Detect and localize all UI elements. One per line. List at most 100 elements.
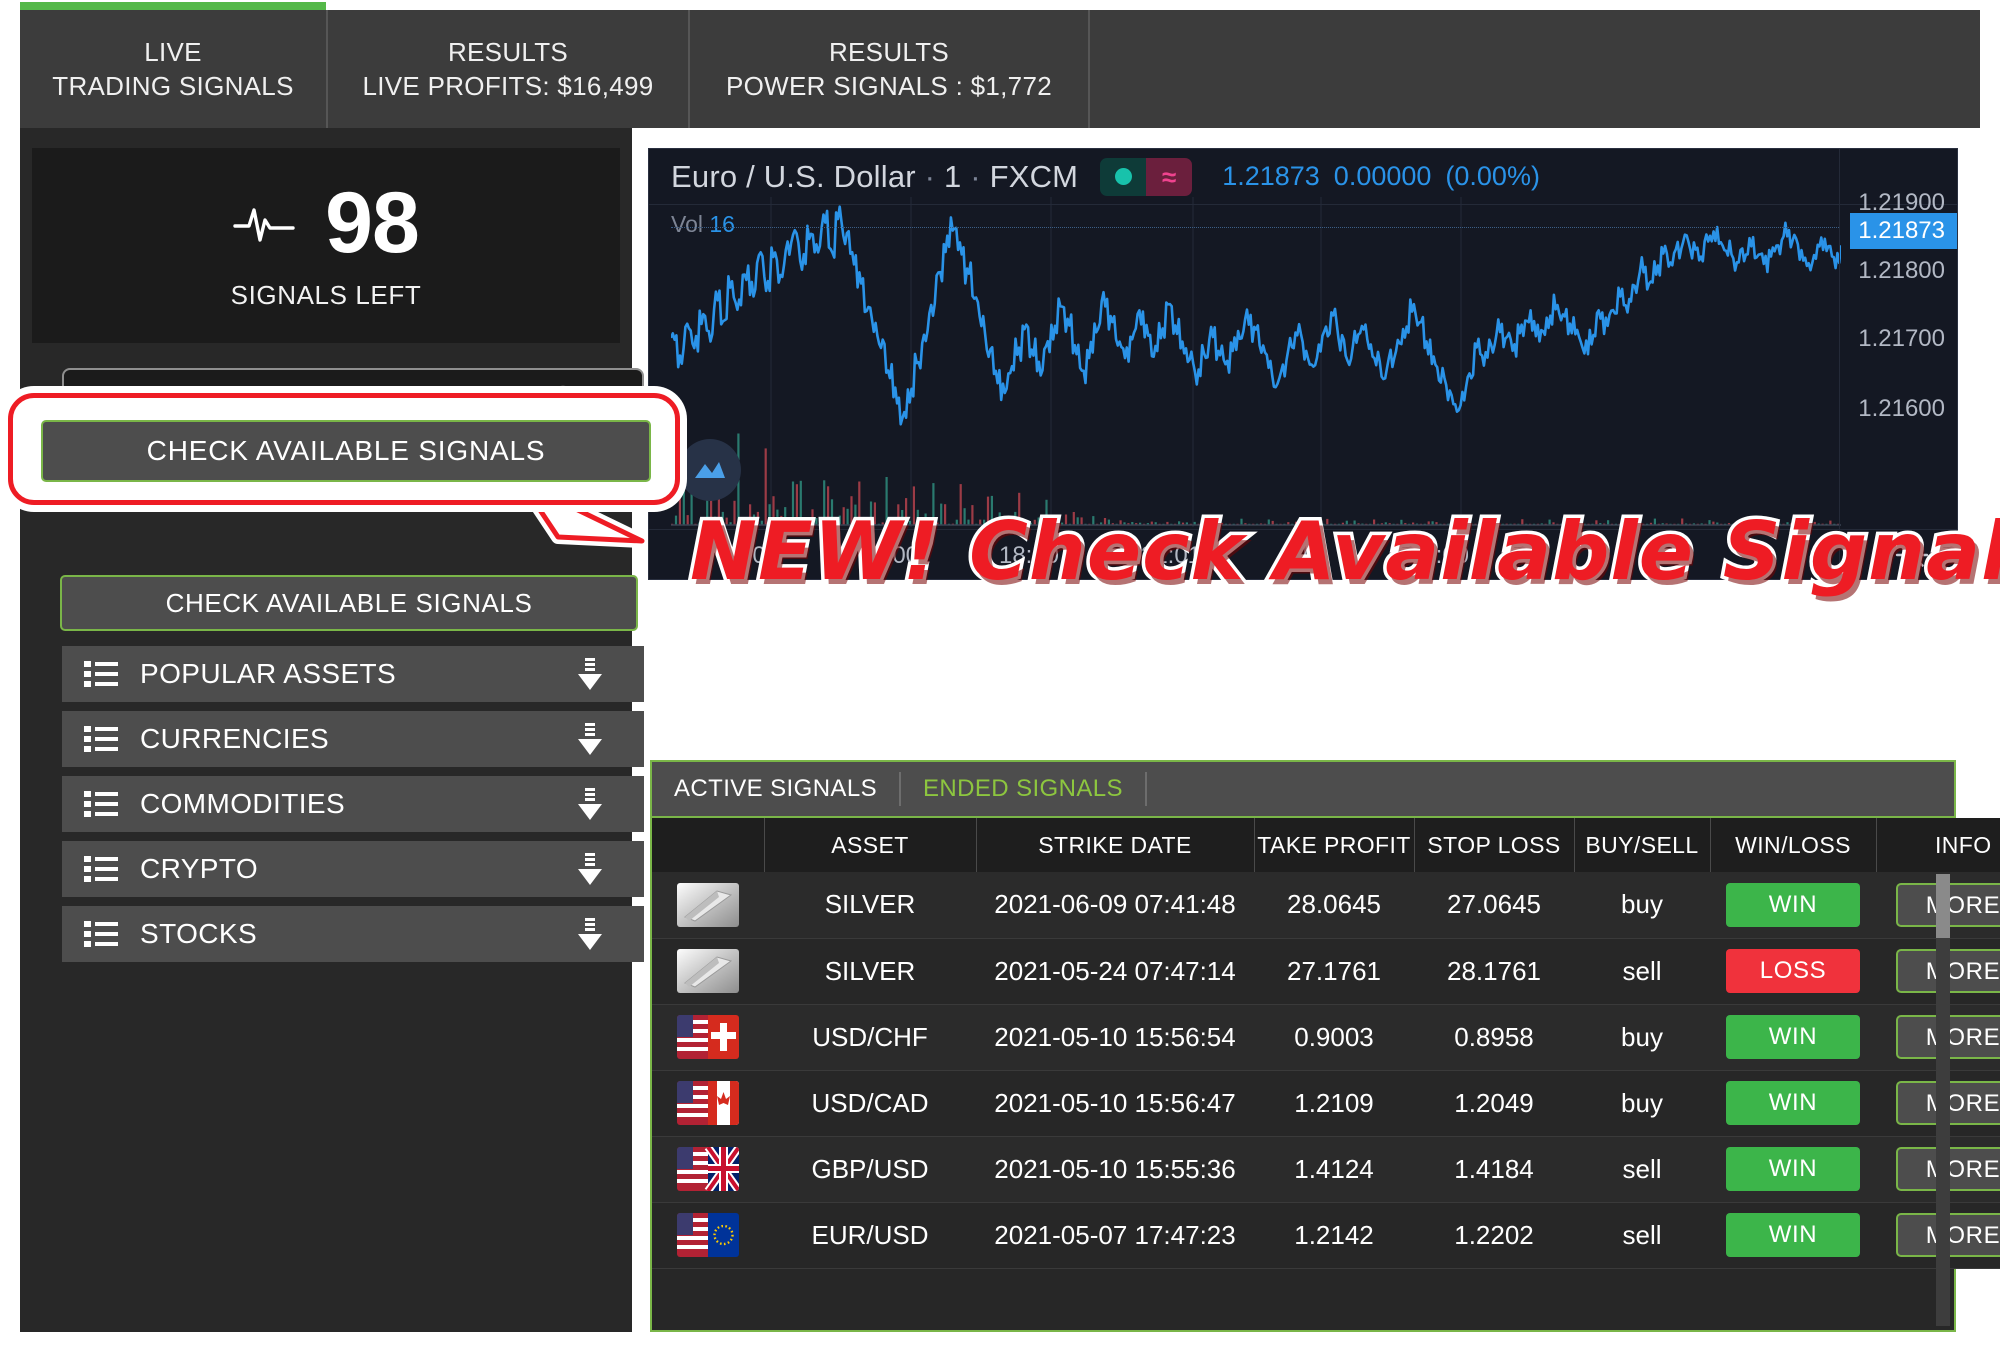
callout-check-available-signals-button[interactable]: CHECK AVAILABLE SIGNALS bbox=[41, 420, 651, 482]
strike-date-cell: 2021-05-24 07:47:14 bbox=[976, 938, 1254, 1005]
promo-banner: NEW! Check Available Signals bbox=[686, 501, 2000, 601]
sidebar-item-popular-assets[interactable]: POPULAR ASSETS bbox=[62, 646, 644, 702]
tab-live-trading-signals[interactable]: LIVE TRADING SIGNALS bbox=[20, 2, 328, 128]
table-row[interactable]: GBP/USD 2021-05-10 15:55:36 1.4124 1.4184 se… bbox=[652, 1136, 2000, 1203]
signals-left-count: 98 bbox=[325, 175, 420, 271]
signals-left-label: SIGNALS LEFT bbox=[230, 280, 422, 310]
status-badge: WIN bbox=[1726, 1147, 1860, 1191]
result-cell: WIN bbox=[1710, 872, 1876, 939]
buy-sell-cell: buy bbox=[1574, 872, 1710, 939]
stop-loss-cell: 1.2049 bbox=[1414, 1070, 1574, 1137]
sidebar-item-commodities[interactable]: COMMODITIES bbox=[62, 776, 644, 832]
status-badge: LOSS bbox=[1726, 949, 1860, 993]
price-tick: 1.21800 bbox=[1858, 257, 1945, 284]
take-profit-cell: 27.1761 bbox=[1254, 938, 1414, 1005]
status-badge: WIN bbox=[1726, 1213, 1860, 1257]
strike-date-cell: 2021-05-10 15:56:54 bbox=[976, 1004, 1254, 1071]
promo-banner-text: NEW! Check Available Signals bbox=[686, 501, 2000, 601]
price-tick: 1.21700 bbox=[1858, 325, 1945, 352]
check-available-signals-button[interactable]: CHECK AVAILABLE SIGNALS bbox=[60, 575, 638, 631]
buy-sell-cell: sell bbox=[1574, 1202, 1710, 1269]
table-row[interactable]: SILVER 2021-05-24 07:47:14 27.1761 28.1761 s… bbox=[652, 938, 2000, 1005]
list-icon bbox=[84, 726, 118, 752]
down-arrow-icon[interactable] bbox=[574, 723, 606, 757]
stop-loss-cell: 1.4184 bbox=[1414, 1136, 1574, 1203]
take-profit-cell: 0.9003 bbox=[1254, 1004, 1414, 1071]
current-price-tag: 1.21873 bbox=[1850, 213, 1957, 249]
signals-tab-bar: ACTIVE SIGNALS ENDED SIGNALS bbox=[652, 762, 1954, 818]
signals-scrollbar-thumb[interactable] bbox=[1936, 874, 1950, 938]
result-cell: LOSS bbox=[1710, 938, 1876, 1005]
signals-table-body: SILVER 2021-06-09 07:41:48 28.0645 27.0645 b… bbox=[652, 872, 2000, 1269]
result-cell: WIN bbox=[1710, 1070, 1876, 1137]
down-arrow-icon[interactable] bbox=[574, 788, 606, 822]
table-row[interactable]: EUR/USD 2021-05-07 17:47:23 1.2142 1.2202 se… bbox=[652, 1202, 2000, 1269]
signals-scrollbar-track[interactable] bbox=[1936, 874, 1950, 1326]
signals-table: ASSET STRIKE DATE TAKE PROFIT STOP LOSS … bbox=[652, 818, 2000, 1269]
pulse-icon bbox=[233, 208, 295, 242]
price-tick: 1.21600 bbox=[1858, 395, 1945, 422]
eur-usd-flag-icon bbox=[677, 1213, 739, 1257]
take-profit-cell: 1.4124 bbox=[1254, 1136, 1414, 1203]
status-dot-icon bbox=[1114, 168, 1132, 185]
silver-bar-icon bbox=[677, 882, 739, 927]
status-badge: WIN bbox=[1726, 1015, 1860, 1059]
table-row[interactable]: SILVER 2021-06-09 07:41:48 28.0645 27.0645 b… bbox=[652, 872, 2000, 939]
col-win-loss: WIN/LOSS bbox=[1710, 818, 1877, 872]
take-profit-cell: 1.2109 bbox=[1254, 1070, 1414, 1137]
asset-flag-cell bbox=[652, 872, 764, 939]
list-icon bbox=[84, 791, 118, 817]
price-change-pct: (0.00%) bbox=[1445, 161, 1540, 191]
market-open-badge bbox=[1100, 157, 1147, 196]
usd-cad-flag-icon bbox=[677, 1081, 739, 1125]
result-cell: WIN bbox=[1710, 1136, 1876, 1203]
left-sidebar: 98 SIGNALS LEFT SEARCH: EUR/USD CHECK AV… bbox=[20, 128, 644, 1332]
tab-results-power-signals[interactable]: RESULTS POWER SIGNALS : $1,772 bbox=[690, 10, 1090, 128]
callout-overlay: CHECK AVAILABLE SIGNALS bbox=[8, 393, 680, 548]
asset-flag-cell bbox=[652, 1136, 764, 1203]
sidebar-item-stocks[interactable]: STOCKS bbox=[62, 906, 644, 962]
col-strike-date: STRIKE DATE bbox=[976, 818, 1255, 872]
list-icon bbox=[84, 661, 118, 687]
signals-left-card: 98 SIGNALS LEFT bbox=[32, 148, 620, 343]
data-delayed-badge: ≈ bbox=[1146, 157, 1193, 196]
table-header-row: ASSET STRIKE DATE TAKE PROFIT STOP LOSS … bbox=[652, 818, 2000, 872]
stop-loss-cell: 0.8958 bbox=[1414, 1004, 1574, 1071]
silver-bar-icon bbox=[677, 949, 739, 993]
wave-icon: ≈ bbox=[1162, 161, 1177, 192]
chart-status-badges: ≈ bbox=[1100, 157, 1193, 196]
price-line bbox=[671, 205, 1841, 426]
tab-line1: RESULTS bbox=[828, 36, 950, 67]
tab-results-live-profits[interactable]: RESULTS LIVE PROFITS: $16,499 bbox=[328, 10, 690, 128]
down-arrow-icon[interactable] bbox=[574, 658, 606, 692]
price-change: 0.00000 bbox=[1333, 161, 1432, 191]
result-cell: WIN bbox=[1710, 1004, 1876, 1071]
sidebar-item-label: CRYPTO bbox=[140, 853, 259, 884]
asset-name-cell: EUR/USD bbox=[764, 1202, 976, 1269]
buy-sell-cell: buy bbox=[1574, 1004, 1710, 1071]
tab-active-signals[interactable]: ACTIVE SIGNALS bbox=[674, 772, 901, 806]
tab-ended-signals[interactable]: ENDED SIGNALS bbox=[923, 772, 1147, 806]
down-arrow-icon[interactable] bbox=[574, 853, 606, 887]
down-arrow-icon[interactable] bbox=[574, 918, 606, 952]
table-row[interactable]: USD/CAD 2021-05-10 15:56:47 1.2109 1.2049 bu… bbox=[652, 1070, 2000, 1137]
asset-category-list: POPULAR ASSETS CURRENCIES COMMODITIES CR… bbox=[62, 646, 644, 971]
buy-sell-cell: sell bbox=[1574, 1136, 1710, 1203]
strike-date-cell: 2021-05-10 15:56:47 bbox=[976, 1070, 1254, 1137]
status-badge: WIN bbox=[1726, 1081, 1860, 1125]
chart-symbol-title: Euro / U.S. Dollar · 1 · FXCM bbox=[671, 158, 1079, 194]
status-badge: WIN bbox=[1726, 882, 1860, 927]
top-tab-bar: LIVE TRADING SIGNALS RESULTS LIVE PROFIT… bbox=[20, 2, 1980, 128]
tab-line2: LIVE PROFITS: $16,499 bbox=[362, 71, 654, 101]
table-row[interactable]: USD/CHF 2021-05-10 15:56:54 0.9003 0.8958 bu… bbox=[652, 1004, 2000, 1071]
usd-chf-flag-icon bbox=[677, 1015, 739, 1059]
sidebar-item-currencies[interactable]: CURRENCIES bbox=[62, 711, 644, 767]
sidebar-item-crypto[interactable]: CRYPTO bbox=[62, 841, 644, 897]
signals-panel: ACTIVE SIGNALS ENDED SIGNALS ASSET STRIK… bbox=[650, 760, 2000, 1332]
asset-flag-cell bbox=[652, 938, 764, 1005]
col-stop-loss: STOP LOSS bbox=[1414, 818, 1575, 872]
tab-bar-filler bbox=[1090, 10, 1980, 128]
result-cell: WIN bbox=[1710, 1202, 1876, 1269]
strike-date-cell: 2021-06-09 07:41:48 bbox=[976, 872, 1254, 939]
tradingview-logo-icon[interactable] bbox=[679, 439, 741, 501]
